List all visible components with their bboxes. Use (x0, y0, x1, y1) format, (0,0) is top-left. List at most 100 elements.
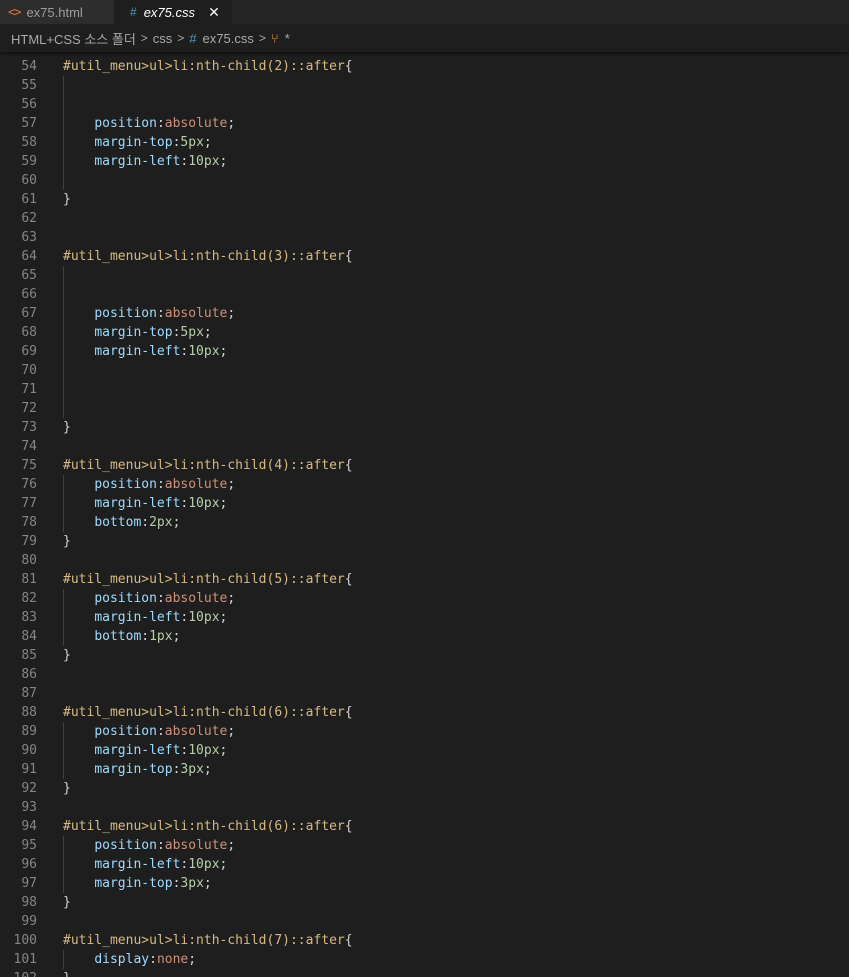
code-line[interactable]: 82 position:absolute; (0, 589, 849, 608)
line-number: 102 (0, 969, 37, 977)
code-line[interactable]: 102} (0, 969, 849, 977)
code-line[interactable]: 55 (0, 76, 849, 95)
line-number: 54 (21, 59, 37, 74)
code-line[interactable]: 73} (0, 418, 849, 437)
code-line[interactable]: 78 bottom:2px; (0, 513, 849, 532)
line-number: 74 (21, 439, 37, 454)
code-line[interactable]: 98} (0, 893, 849, 912)
line-code: } (63, 646, 71, 665)
tab-ex75-html[interactable]: <> ex75.html (0, 0, 114, 24)
code-line[interactable]: 92} (0, 779, 849, 798)
code-token: : (156, 306, 165, 321)
line-number: 75 (21, 458, 37, 473)
line-number: 80 (21, 553, 37, 568)
code-line[interactable]: 96 margin-left:10px; (0, 855, 849, 874)
line-number: 100 (13, 933, 37, 948)
code-line[interactable]: 90 margin-left:10px; (0, 741, 849, 760)
code-line[interactable]: 54 #util_menu>ul>li:nth-child(2)::after{ (0, 57, 849, 76)
code-line[interactable]: 86 (0, 665, 849, 684)
code-line[interactable]: 91 margin-top:3px; (0, 760, 849, 779)
line-number: 70 (21, 363, 37, 378)
breadcrumb-file[interactable]: # ex75.css (189, 31, 254, 46)
code-line[interactable]: 62 (0, 209, 849, 228)
line-number: 77 (21, 496, 37, 511)
code-line[interactable]: 89 position:absolute; (0, 722, 849, 741)
code-line[interactable]: 84 bottom:1px; (0, 627, 849, 646)
code-token: #util_menu>ul>li:nth-child(6)::after (63, 819, 345, 834)
line-number: 92 (21, 781, 37, 796)
code-token: margin-top (94, 762, 173, 777)
code-line[interactable]: 59 margin-left:10px; (0, 152, 849, 171)
code-token: #util_menu>ul>li:nth-child(6)::after (63, 705, 345, 720)
code-line[interactable]: 63 (0, 228, 849, 247)
code-token: 5px (180, 325, 204, 340)
code-line[interactable]: 100 #util_menu>ul>li:nth-child(7)::after{ (0, 931, 849, 950)
code-token: ; (203, 325, 212, 340)
code-line[interactable]: 61} (0, 190, 849, 209)
code-token: { (344, 572, 353, 587)
code-line[interactable]: 60 (0, 171, 849, 190)
line-number: 64 (21, 249, 37, 264)
code-line[interactable]: 64 #util_menu>ul>li:nth-child(3)::after{ (0, 247, 849, 266)
code-token: } (63, 192, 71, 207)
line-number: 84 (21, 629, 37, 644)
code-editor[interactable]: 5354#util_menu>ul>li:nth-child(2)::after… (0, 52, 849, 977)
code-token: position (94, 477, 157, 492)
close-icon[interactable]: ✕ (206, 4, 222, 21)
code-line[interactable]: 99 (0, 912, 849, 931)
code-line[interactable]: 85} (0, 646, 849, 665)
code-line[interactable]: 88 #util_menu>ul>li:nth-child(6)::after{ (0, 703, 849, 722)
code-line[interactable]: 83 margin-left:10px; (0, 608, 849, 627)
code-line[interactable]: 76 position:absolute; (0, 475, 849, 494)
tab-ex75-css[interactable]: # ex75.css ✕ (114, 0, 232, 24)
code-line[interactable]: 65 (0, 266, 849, 285)
code-line[interactable]: 72 (0, 399, 849, 418)
code-token: ; (188, 952, 197, 967)
code-line[interactable]: 57 position:absolute; (0, 114, 849, 133)
code-token: ; (227, 477, 236, 492)
line-code: margin-left:10px; (63, 152, 227, 171)
code-line[interactable]: 69 margin-left:10px; (0, 342, 849, 361)
code-line[interactable]: 79} (0, 532, 849, 551)
code-line[interactable]: 94 #util_menu>ul>li:nth-child(6)::after{ (0, 817, 849, 836)
code-line[interactable]: 71 (0, 380, 849, 399)
code-token: 2px (149, 515, 173, 530)
code-line[interactable]: 80 (0, 551, 849, 570)
code-line[interactable]: 75 #util_menu>ul>li:nth-child(4)::after{ (0, 456, 849, 475)
code-line[interactable]: 70 (0, 361, 849, 380)
code-line[interactable]: 67 position:absolute; (0, 304, 849, 323)
code-line[interactable]: 101 display:none; (0, 950, 849, 969)
line-number: 79 (21, 534, 37, 549)
line-code: position:absolute; (63, 304, 235, 323)
line-number: 90 (21, 743, 37, 758)
line-number: 96 (21, 857, 37, 872)
code-line[interactable]: 74 (0, 437, 849, 456)
code-token: absolute (164, 306, 228, 321)
code-token: ; (219, 154, 228, 169)
code-line[interactable]: 95 position:absolute; (0, 836, 849, 855)
line-code: #util_menu>ul>li:nth-child(2)::after{ (63, 57, 353, 76)
code-line[interactable]: 66 (0, 285, 849, 304)
code-line[interactable]: 81 #util_menu>ul>li:nth-child(5)::after{ (0, 570, 849, 589)
breadcrumb-symbol[interactable]: ⑂ * (271, 31, 290, 46)
line-number: 86 (21, 667, 37, 682)
code-token: position (94, 724, 157, 739)
code-line[interactable]: 97 margin-top:3px; (0, 874, 849, 893)
code-token: margin-top (94, 325, 173, 340)
code-line[interactable]: 58 margin-top:5px; (0, 133, 849, 152)
breadcrumb-folder[interactable]: HTML+CSS 소스 폴더 (11, 29, 136, 48)
code-token: ; (227, 724, 236, 739)
indent-guide (63, 950, 64, 969)
code-line[interactable]: 56 (0, 95, 849, 114)
line-code: position:absolute; (63, 836, 235, 855)
code-line[interactable]: 93 (0, 798, 849, 817)
code-line[interactable]: 77 margin-left:10px; (0, 494, 849, 513)
code-token: { (344, 249, 353, 264)
code-line[interactable]: 87 (0, 684, 849, 703)
line-number: 68 (21, 325, 37, 340)
code-line[interactable]: 68 margin-top:5px; (0, 323, 849, 342)
breadcrumb-css-folder[interactable]: css (153, 31, 173, 46)
